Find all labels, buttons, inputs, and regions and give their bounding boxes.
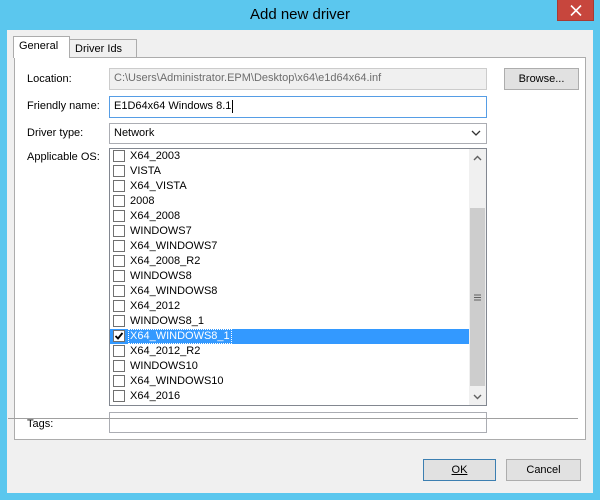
os-list-item[interactable]: WINDOWS8 bbox=[110, 269, 469, 284]
os-list-item[interactable]: X64_2003 bbox=[110, 149, 469, 164]
ok-button-label: OK bbox=[451, 464, 468, 476]
os-checkbox[interactable] bbox=[113, 225, 125, 237]
title-bar[interactable]: Add new driver bbox=[0, 0, 600, 30]
applicable-os-list[interactable]: X64_2003 VISTA X64_VISTA 2008 X64_2008 WINDOW… bbox=[109, 148, 487, 406]
os-list-item[interactable]: WINDOWS10 bbox=[110, 359, 469, 374]
os-list-item[interactable]: WINDOWS7 bbox=[110, 224, 469, 239]
os-list-item[interactable]: X64_2016 bbox=[110, 389, 469, 404]
chevron-up-icon bbox=[473, 155, 482, 160]
os-checkbox[interactable] bbox=[113, 210, 125, 222]
os-checkbox[interactable] bbox=[113, 255, 125, 267]
os-list-item[interactable]: X64_WINDOWS7 bbox=[110, 239, 469, 254]
checkmark-icon bbox=[114, 332, 124, 340]
os-list-item[interactable]: X64_VISTA bbox=[110, 179, 469, 194]
applicable-os-label: Applicable OS: bbox=[27, 151, 100, 163]
cancel-button-label: Cancel bbox=[526, 464, 561, 476]
os-checkbox[interactable] bbox=[113, 330, 125, 342]
os-name: X64_2003 bbox=[130, 150, 181, 162]
scroll-down-button[interactable] bbox=[469, 388, 486, 405]
tab-general[interactable]: General bbox=[13, 36, 70, 58]
driver-type-select[interactable]: Network bbox=[109, 123, 487, 144]
close-icon bbox=[569, 4, 582, 16]
os-checkbox[interactable] bbox=[113, 165, 125, 177]
os-checkbox[interactable] bbox=[113, 315, 125, 327]
os-checkbox[interactable] bbox=[113, 375, 125, 387]
os-list-item[interactable]: X64_2012_R2 bbox=[110, 344, 469, 359]
grip-icon bbox=[474, 294, 481, 300]
scroll-thumb[interactable] bbox=[470, 208, 485, 386]
tags-input[interactable] bbox=[109, 412, 487, 433]
location-field: C:\Users\Administrator.EPM\Desktop\x64\e… bbox=[109, 68, 487, 90]
os-checkbox[interactable] bbox=[113, 195, 125, 207]
os-list-items: X64_2003 VISTA X64_VISTA 2008 X64_2008 WINDOW… bbox=[110, 149, 469, 404]
os-list-item[interactable]: X64_WINDOWS8 bbox=[110, 284, 469, 299]
tags-label: Tags: bbox=[27, 418, 54, 430]
os-name: X64_2012_R2 bbox=[130, 345, 201, 357]
window-title: Add new driver bbox=[249, 6, 351, 23]
os-name: WINDOWS7 bbox=[130, 225, 192, 237]
os-list-item[interactable]: X64_2012 bbox=[110, 299, 469, 314]
add-new-driver-dialog: Add new driver General Driver Ids Locati… bbox=[0, 0, 600, 500]
os-checkbox[interactable] bbox=[113, 270, 125, 282]
os-list-item[interactable]: 2008 bbox=[110, 194, 469, 209]
driver-type-value: Network bbox=[114, 127, 155, 139]
button-separator bbox=[8, 418, 578, 419]
cancel-button[interactable]: Cancel bbox=[506, 459, 581, 481]
os-name: X64_2016 bbox=[130, 390, 181, 402]
ok-button[interactable]: OK bbox=[423, 459, 496, 481]
os-name: X64_2008_R2 bbox=[130, 255, 201, 267]
os-checkbox[interactable] bbox=[113, 390, 125, 402]
os-name: X64_2008 bbox=[130, 210, 181, 222]
os-checkbox[interactable] bbox=[113, 300, 125, 312]
text-caret bbox=[232, 99, 234, 113]
os-name: X64_WINDOWS7 bbox=[130, 240, 218, 252]
os-list-item[interactable]: WINDOWS8_1 bbox=[110, 314, 469, 329]
tab-general-label: General bbox=[19, 40, 59, 52]
os-checkbox[interactable] bbox=[113, 360, 125, 372]
os-name: VISTA bbox=[130, 165, 161, 177]
os-name: 2008 bbox=[130, 195, 155, 207]
os-checkbox[interactable] bbox=[113, 240, 125, 252]
os-name: X64_2012 bbox=[130, 300, 181, 312]
os-checkbox[interactable] bbox=[113, 345, 125, 357]
tab-driver-ids[interactable]: Driver Ids bbox=[69, 39, 137, 57]
os-list-item[interactable]: VISTA bbox=[110, 164, 469, 179]
os-name: WINDOWS8 bbox=[130, 270, 192, 282]
friendly-name-label: Friendly name: bbox=[27, 100, 100, 112]
chevron-down-icon bbox=[471, 130, 481, 136]
os-list-item[interactable]: X64_WINDOWS10 bbox=[110, 374, 469, 389]
os-name: X64_VISTA bbox=[130, 180, 187, 192]
os-list-item[interactable]: X64_2008 bbox=[110, 209, 469, 224]
location-label: Location: bbox=[27, 73, 72, 85]
os-name: WINDOWS10 bbox=[130, 360, 198, 372]
scroll-up-button[interactable] bbox=[469, 149, 486, 166]
friendly-name-value: E1D64x64 Windows 8.1 bbox=[114, 100, 232, 112]
os-checkbox[interactable] bbox=[113, 285, 125, 297]
driver-type-label: Driver type: bbox=[27, 127, 84, 139]
os-list-item[interactable]: X64_WINDOWS8_1 bbox=[110, 329, 469, 344]
close-button[interactable] bbox=[557, 0, 594, 21]
os-name: WINDOWS8_1 bbox=[130, 315, 204, 327]
os-name: X64_WINDOWS8_1 bbox=[128, 329, 232, 344]
friendly-name-input[interactable]: E1D64x64 Windows 8.1 bbox=[109, 96, 487, 118]
os-checkbox[interactable] bbox=[113, 150, 125, 162]
os-name: X64_WINDOWS10 bbox=[130, 375, 224, 387]
os-list-scrollbar[interactable] bbox=[469, 149, 486, 405]
os-list-item[interactable]: X64_2008_R2 bbox=[110, 254, 469, 269]
os-name: X64_WINDOWS8 bbox=[130, 285, 218, 297]
tab-driver-ids-label: Driver Ids bbox=[75, 43, 123, 55]
os-checkbox[interactable] bbox=[113, 180, 125, 192]
browse-button[interactable]: Browse... bbox=[504, 68, 579, 90]
chevron-down-icon bbox=[473, 394, 482, 399]
browse-button-label: Browse... bbox=[518, 73, 565, 85]
